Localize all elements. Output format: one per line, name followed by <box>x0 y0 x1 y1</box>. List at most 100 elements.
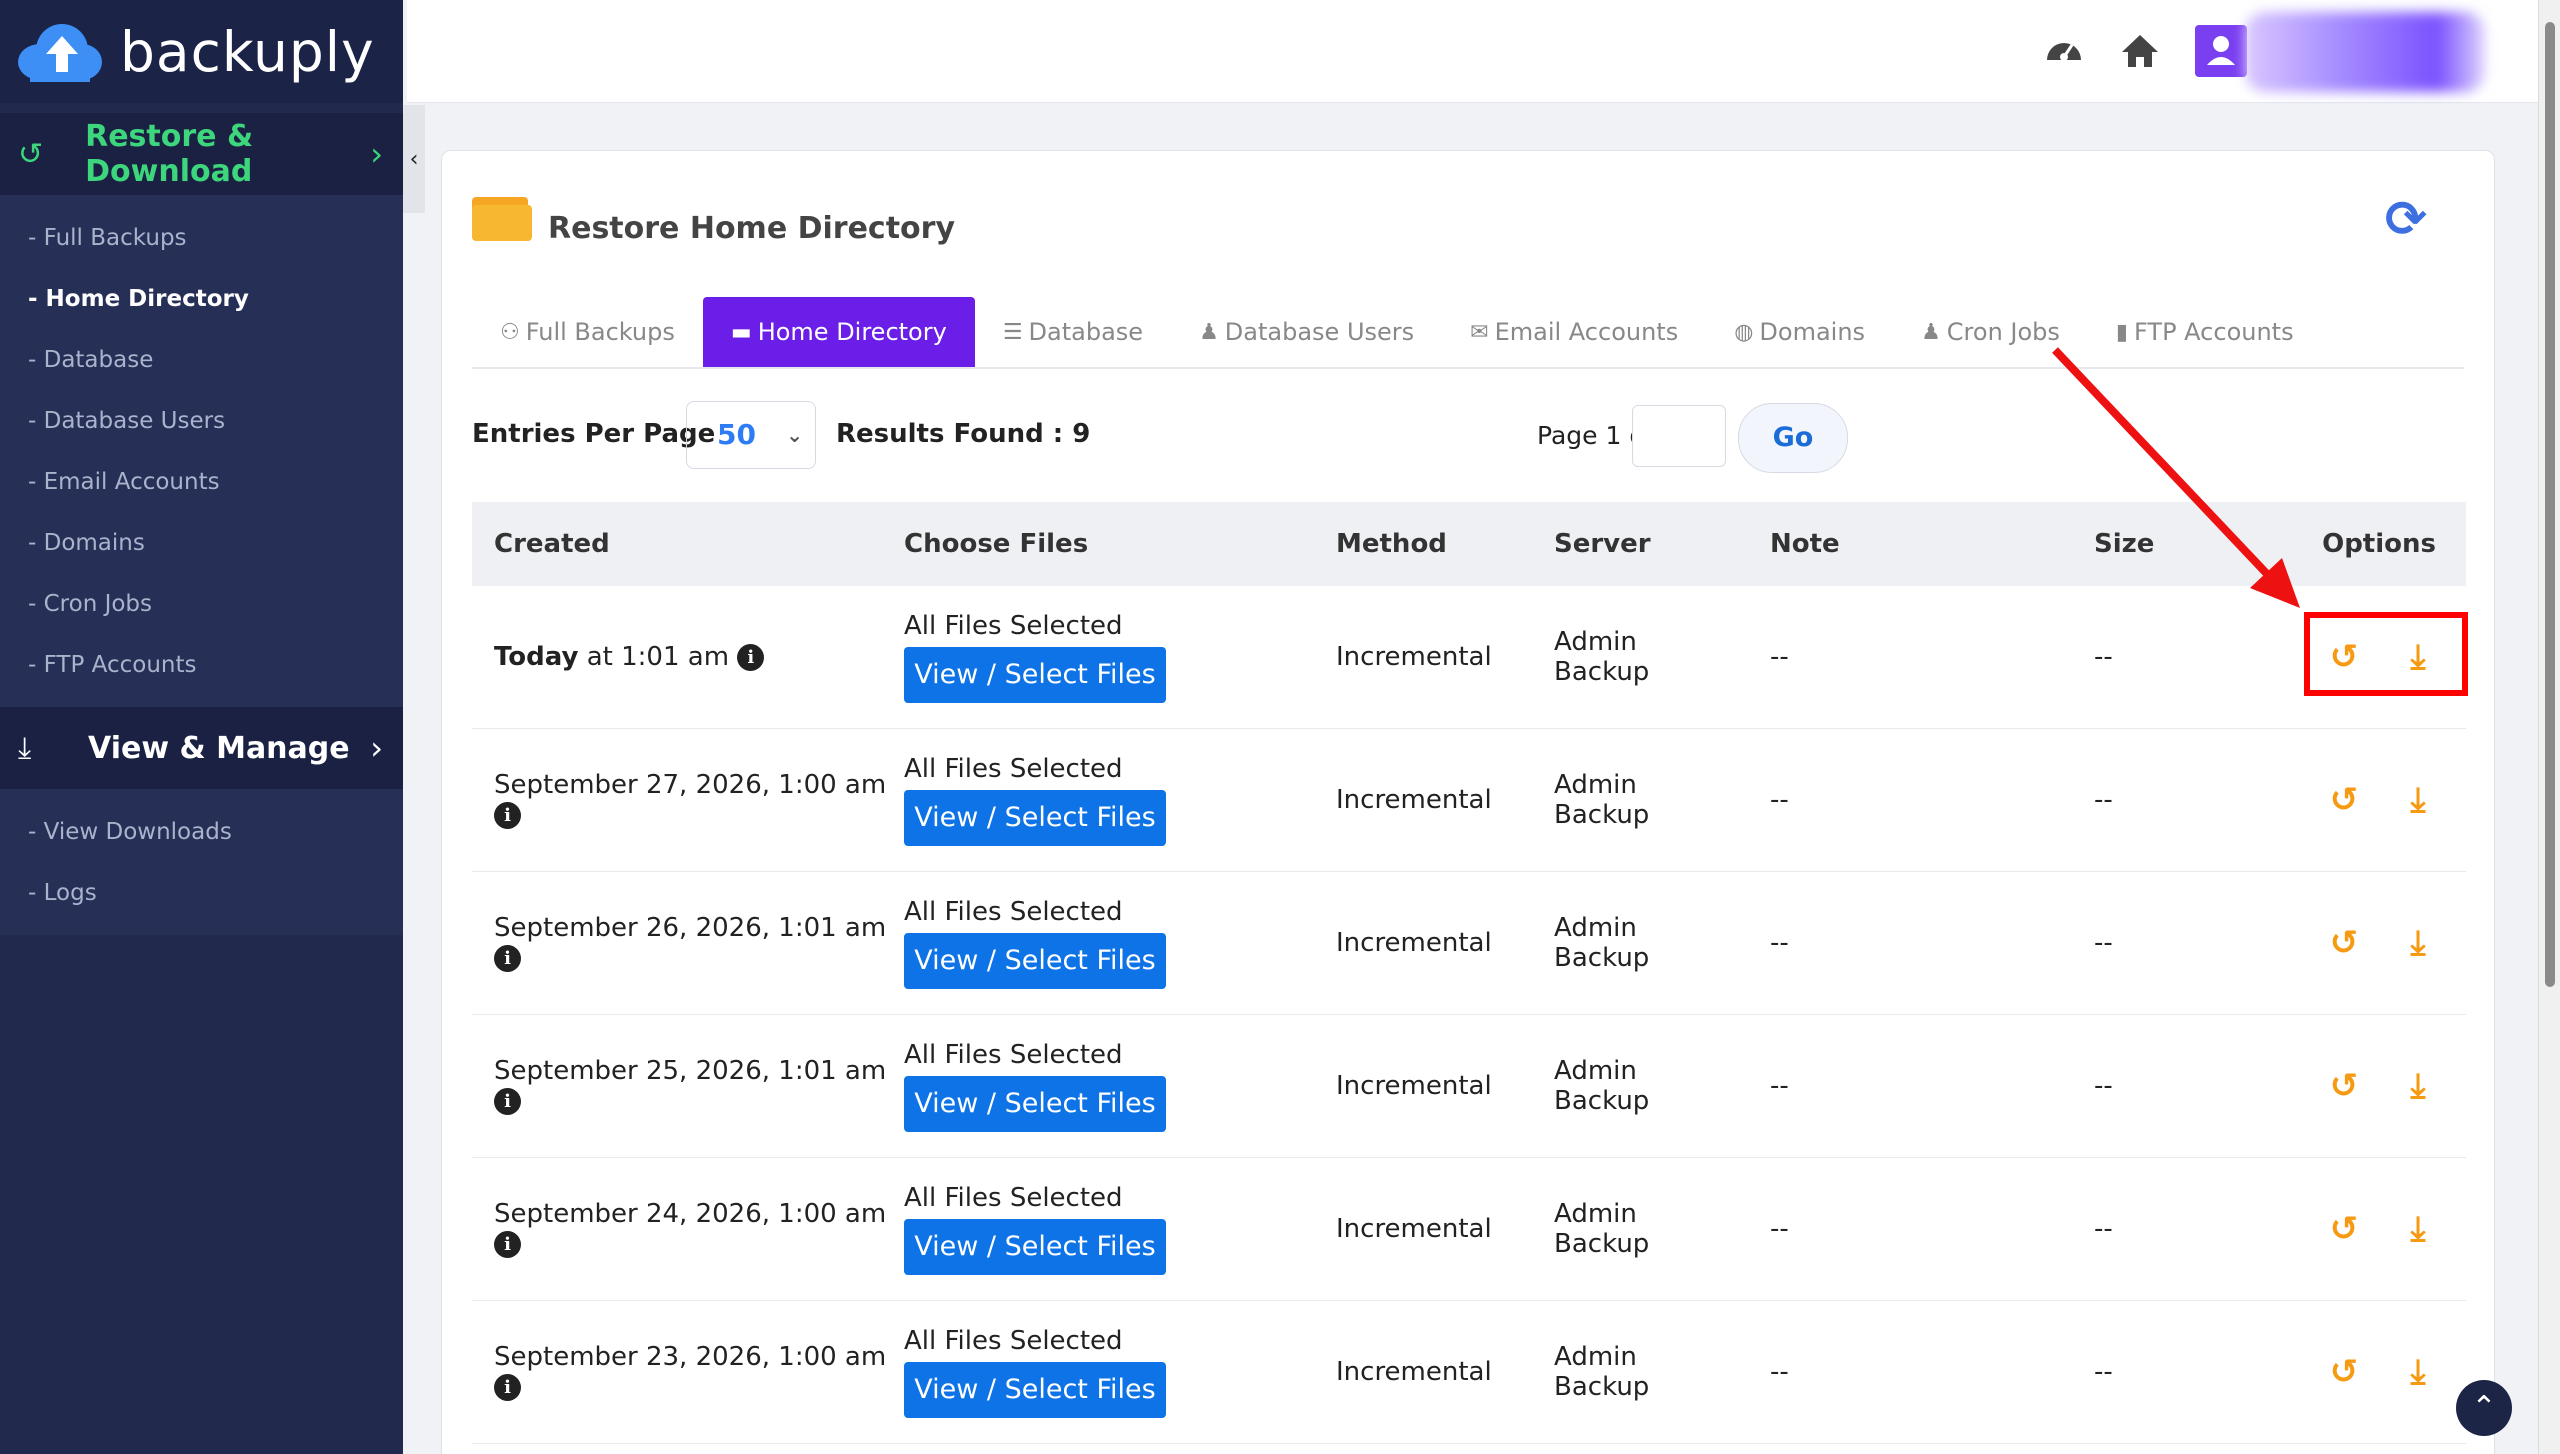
tab-database-users[interactable]: ♟ Database Users <box>1171 297 1442 367</box>
restore-icon[interactable]: ↺ <box>2326 1068 2362 1104</box>
go-button[interactable]: Go <box>1738 403 1848 473</box>
tab-full-backups[interactable]: ⚇ Full Backups <box>472 297 703 367</box>
header-size: Size <box>2094 529 2155 559</box>
restore-icon[interactable]: ↺ <box>2326 1354 2362 1390</box>
cell-size: -- <box>2094 785 2113 815</box>
cell-files: All Files Selected View / Select Files <box>904 897 1336 989</box>
folder-icon: ▬ <box>730 319 752 345</box>
tab-cron-jobs[interactable]: ♟ Cron Jobs <box>1893 297 2088 367</box>
sidebar-item-logs[interactable]: - Logs <box>0 862 403 923</box>
tab-label: Domains <box>1759 318 1866 346</box>
sidebar-item-database-users[interactable]: - Database Users <box>0 390 403 451</box>
tab-ftp-accounts[interactable]: ▮ FTP Accounts <box>2088 297 2322 367</box>
restore-card: Restore Home Directory ⟳ ⚇ Full Backups ▬… <box>441 150 2495 1454</box>
cell-method: Incremental <box>1336 1214 1492 1244</box>
chevron-right-icon: › <box>370 729 383 767</box>
cell-files: All Files Selected View / Select Files <box>904 1040 1336 1132</box>
sidebar-item-email-accounts[interactable]: - Email Accounts <box>0 451 403 512</box>
tab-database[interactable]: ☰ Database <box>975 297 1171 367</box>
tab-domains[interactable]: ◍ Domains <box>1706 297 1893 367</box>
sidebar-item-home-directory[interactable]: - Home Directory <box>0 268 403 329</box>
download-icon[interactable]: ⤓ <box>2400 1068 2436 1104</box>
home-icon[interactable] <box>2119 30 2161 72</box>
tab-label: Cron Jobs <box>1946 318 2060 346</box>
restore-icon[interactable]: ↺ <box>2326 1211 2362 1247</box>
cell-options: ↺ ⤓ <box>2294 782 2466 818</box>
brand[interactable]: backuply <box>0 0 403 103</box>
cell-created: September 26, 2026, 1:01 am i <box>472 913 904 973</box>
user-clock-icon: ♟ <box>1921 319 1941 345</box>
sidebar-section-manage[interactable]: ⤓ View & Manage › <box>0 707 403 789</box>
header-created: Created <box>494 529 610 559</box>
cell-server: Admin Backup <box>1554 1342 1770 1402</box>
view-select-files-button[interactable]: View / Select Files <box>904 933 1166 989</box>
cell-server: Admin Backup <box>1554 770 1770 830</box>
view-select-files-button[interactable]: View / Select Files <box>904 647 1166 703</box>
table-row: September 24, 2026, 1:00 am i All Files … <box>472 1158 2466 1301</box>
restore-icon[interactable]: ↺ <box>2326 925 2362 961</box>
sidebar-section-restore[interactable]: ↺ Restore & Download › <box>0 113 403 195</box>
tab-bar: ⚇ Full Backups ▬ Home Directory ☰ Database … <box>472 297 2464 369</box>
user-icon[interactable] <box>2195 25 2247 77</box>
sidebar-item-cron-jobs[interactable]: - Cron Jobs <box>0 573 403 634</box>
tab-label: Full Backups <box>525 318 675 346</box>
restore-icon[interactable]: ↺ <box>2326 782 2362 818</box>
info-icon[interactable]: i <box>737 644 765 671</box>
server-line: Backup <box>1554 943 1650 973</box>
scrollbar-thumb[interactable] <box>2545 22 2555 987</box>
info-icon[interactable]: i <box>494 1374 521 1401</box>
download-icon[interactable]: ⤓ <box>2400 782 2436 818</box>
view-select-files-button[interactable]: View / Select Files <box>904 1219 1166 1275</box>
view-select-files-button[interactable]: View / Select Files <box>904 790 1166 846</box>
page-scrollbar[interactable] <box>2538 0 2560 1454</box>
chevron-down-icon: ⌄ <box>786 423 803 447</box>
refresh-icon[interactable]: ⟳ <box>2378 191 2434 247</box>
tab-home-directory[interactable]: ▬ Home Directory <box>702 297 975 367</box>
cell-note: -- <box>1770 928 1789 958</box>
info-icon[interactable]: i <box>494 945 521 972</box>
sidebar-item-ftp-accounts[interactable]: - FTP Accounts <box>0 634 403 695</box>
cell-files: All Files Selected View / Select Files <box>904 754 1336 846</box>
cell-size: -- <box>2094 642 2113 672</box>
created-text: September 26, 2026, 1:01 am <box>494 913 887 943</box>
cell-created: September 23, 2026, 1:00 am i <box>472 1342 904 1402</box>
view-select-files-button[interactable]: View / Select Files <box>904 1362 1166 1418</box>
back-to-top-button[interactable]: ⌃ <box>2456 1380 2512 1436</box>
chevron-right-icon: › <box>370 135 383 173</box>
download-icon[interactable]: ⤓ <box>2400 925 2436 961</box>
dashboard-icon[interactable] <box>2043 30 2085 72</box>
sidebar-collapse-toggle[interactable]: ‹ <box>403 105 425 213</box>
server-line: Admin <box>1554 913 1637 943</box>
cell-method: Incremental <box>1336 1071 1492 1101</box>
page-title: Restore Home Directory <box>548 211 956 246</box>
download-icon[interactable]: ⤓ <box>2400 1211 2436 1247</box>
created-text: September 24, 2026, 1:00 am <box>494 1199 887 1229</box>
tab-label: Home Directory <box>757 318 947 346</box>
created-text: at 1:01 am <box>578 642 730 672</box>
download-icon: ⤓ <box>18 730 32 766</box>
cell-server: Admin Backup <box>1554 1056 1770 1116</box>
sidebar-item-domains[interactable]: - Domains <box>0 512 403 573</box>
user-name-redacted[interactable] <box>2245 12 2485 92</box>
server-line: Backup <box>1554 657 1650 687</box>
cell-server: Admin Backup <box>1554 1199 1770 1259</box>
header-note: Note <box>1770 529 1840 559</box>
info-icon[interactable]: i <box>494 802 521 829</box>
download-icon[interactable]: ⤓ <box>2400 1354 2436 1390</box>
cell-method: Incremental <box>1336 928 1492 958</box>
tab-email-accounts[interactable]: ✉ Email Accounts <box>1442 297 1706 367</box>
server-line: Backup <box>1554 1086 1650 1116</box>
table-row: September 23, 2026, 1:00 am i All Files … <box>472 1301 2466 1444</box>
sidebar-item-database[interactable]: - Database <box>0 329 403 390</box>
top-bar <box>407 0 2538 103</box>
cell-files: All Files Selected View / Select Files <box>904 1326 1336 1418</box>
view-select-files-button[interactable]: View / Select Files <box>904 1076 1166 1132</box>
info-icon[interactable]: i <box>494 1088 521 1115</box>
sidebar-item-view-downloads[interactable]: - View Downloads <box>0 801 403 862</box>
entries-per-page-select[interactable]: 50 ⌄ <box>686 401 816 469</box>
server-line: Backup <box>1554 1372 1650 1402</box>
page-number-input[interactable] <box>1632 405 1726 467</box>
sidebar-item-full-backups[interactable]: - Full Backups <box>0 207 403 268</box>
header-server: Server <box>1554 529 1651 559</box>
info-icon[interactable]: i <box>494 1231 521 1258</box>
